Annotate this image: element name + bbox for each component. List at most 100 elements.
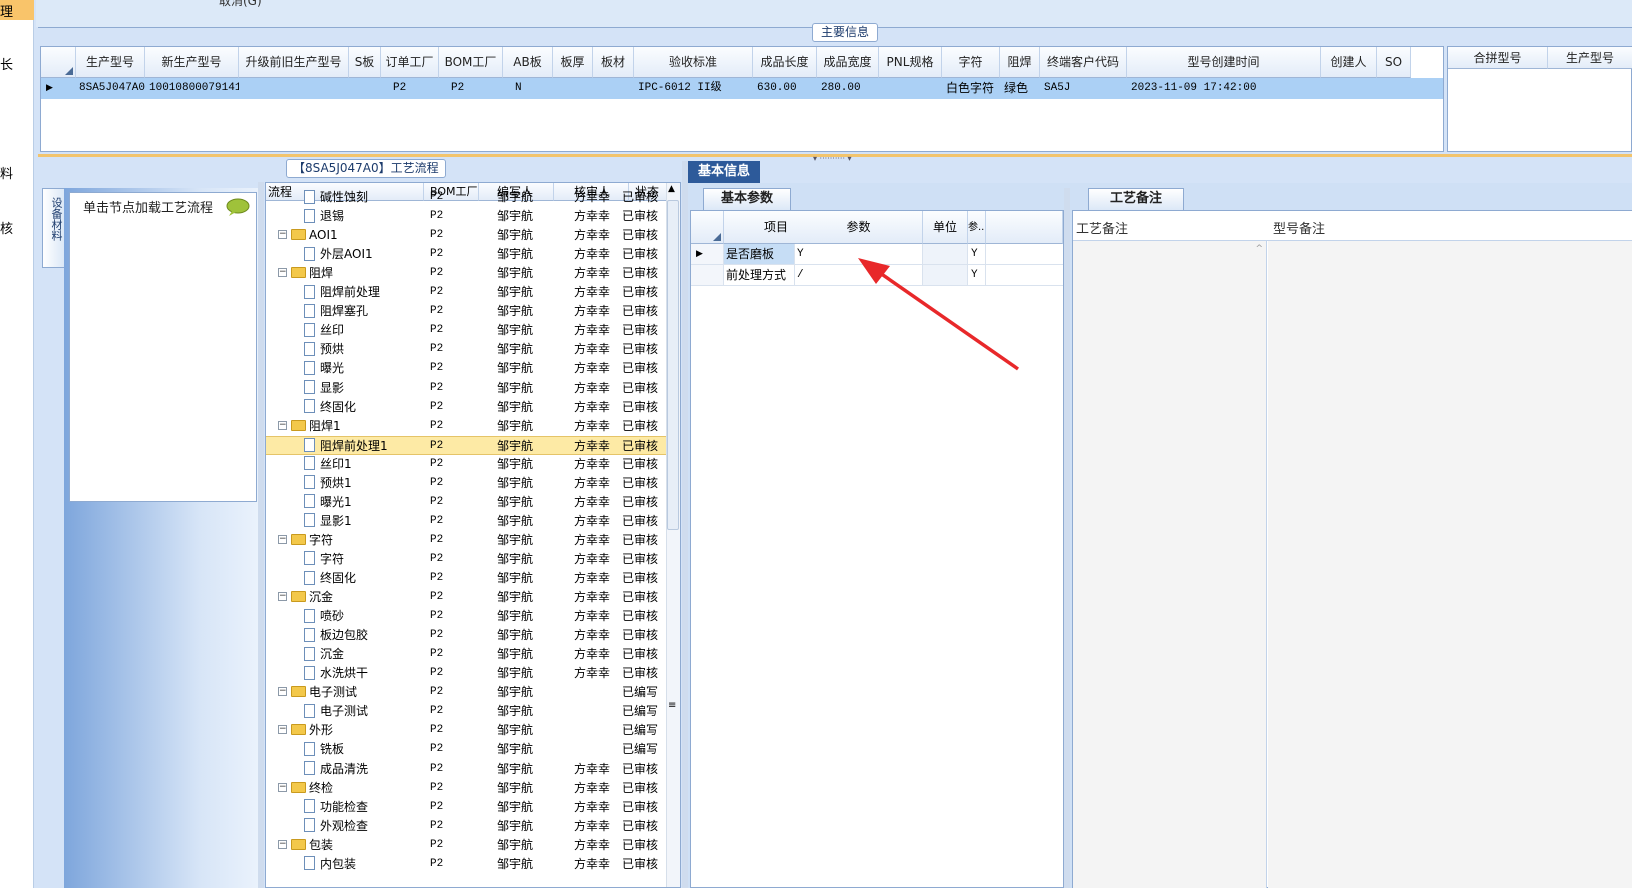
column-header-param[interactable]: 参数 [795,211,923,244]
horizontal-splitter[interactable]: ▾ ·········· ▾ [38,154,1632,163]
collapse-icon[interactable]: − [278,534,287,544]
tree-step-label[interactable]: 功能检查 [304,798,424,817]
tree-scrollbar-thumb[interactable] [667,200,679,530]
tree-node[interactable]: − AOI1 P2 邹宇航 方幸幸 已审核 [266,226,668,245]
tree-node[interactable]: − 字符 P2 邹宇航 方幸幸 已审核 [266,531,668,550]
table-cell[interactable] [879,78,942,99]
column-header[interactable]: 验收标准 [634,47,753,78]
column-header[interactable]: SO [1377,47,1411,78]
collapse-icon[interactable]: − [278,725,287,735]
tree-node[interactable]: 字符 P2 邹宇航 方幸幸 已审核 [266,550,668,569]
column-header[interactable]: 阻焊 [1000,47,1040,78]
column-header-extra[interactable]: 参... [968,211,986,244]
tree-step-label[interactable]: 字符 [304,550,424,569]
tab-basic-info[interactable]: 基本信息 [688,161,760,183]
tab-equipment-materials[interactable]: 设备材料 [42,188,64,268]
column-header[interactable]: 升级前旧生产型号 [239,47,349,78]
table-cell[interactable]: P2 [381,78,439,99]
collapse-icon[interactable]: − [278,782,287,792]
tree-node[interactable]: 外层AOI1 P2 邹宇航 方幸幸 已审核 [266,245,668,264]
table-cell[interactable] [1377,78,1411,99]
tree-step-label[interactable]: 丝印1 [304,455,424,474]
tree-folder-label[interactable]: − AOI1 [278,226,424,245]
table-cell[interactable]: 8SA5J047A0 [76,78,145,99]
tree-step-label[interactable]: 电子测试 [304,702,424,721]
tree-folder-label[interactable]: − 阻焊1 [278,417,424,436]
column-header[interactable]: 板厚 [553,47,593,78]
column-header[interactable]: S板 [349,47,381,78]
column-header[interactable]: BOM工厂 [439,47,503,78]
tree-step-label[interactable]: 预烘1 [304,474,424,493]
process-flow-tree[interactable]: 流程 BOM工厂 编写人 核审人 状态 碱性蚀刻 P2 邹宇航 方幸幸 已审核 退锡 P2 邹… [265,182,681,888]
process-remark-input[interactable]: ^ [1073,241,1267,888]
tree-node[interactable]: − 沉金 P2 邹宇航 方幸幸 已审核 [266,588,668,607]
main-info-grid[interactable]: 生产型号 新生产型号 升级前旧生产型号 S板 订单工厂 BOM工厂 AB板 板厚 板材 验收标准成… [40,46,1444,152]
tree-node[interactable]: 退锡 P2 邹宇航 方幸幸 已审核 [266,207,668,226]
column-header[interactable]: 新生产型号 [145,47,239,78]
tree-node[interactable]: 电子测试 P2 邹宇航 已编写 [266,702,668,721]
collapse-icon[interactable]: − [278,687,287,697]
tree-node[interactable]: 曝光 P2 邹宇航 方幸幸 已审核 [266,359,668,378]
tree-node[interactable]: 终固化 P2 邹宇航 方幸幸 已审核 [266,569,668,588]
tree-node[interactable]: 外观检查 P2 邹宇航 方幸幸 已审核 [266,817,668,836]
table-cell[interactable] [1321,78,1377,99]
collapse-icon[interactable]: − [278,230,287,240]
tree-step-label[interactable]: 外观检查 [304,817,424,836]
column-header[interactable]: 字符 [942,47,1000,78]
tree-node[interactable]: − 电子测试 P2 邹宇航 已编写 [266,683,668,702]
param-value-cell[interactable]: Y [795,244,923,264]
scroll-up-icon[interactable]: ^ [1255,244,1263,254]
column-header[interactable]: 型号创建时间 [1127,47,1321,78]
scroll-up-icon[interactable]: ▲ [668,184,675,194]
tree-folder-label[interactable]: − 包装 [278,836,424,855]
tree-node[interactable]: 铣板 P2 邹宇航 已编写 [266,740,668,759]
table-cell[interactable] [239,78,349,99]
column-header[interactable]: AB板 [503,47,553,78]
tree-node[interactable]: 成品清洗 P2 邹宇航 方幸幸 已审核 [266,760,668,779]
param-unit-cell[interactable] [923,244,968,264]
column-header-unit[interactable]: 单位 [923,211,968,244]
tree-node[interactable]: 水洗烘干 P2 邹宇航 方幸幸 已审核 [266,664,668,683]
tree-node[interactable]: 丝印 P2 邹宇航 方幸幸 已审核 [266,321,668,340]
tree-step-label[interactable]: 板边包胶 [304,626,424,645]
tab-basic-params[interactable]: 基本参数 [703,188,791,210]
tree-node[interactable]: − 阻焊1 P2 邹宇航 方幸幸 已审核 [266,417,668,436]
tree-step-label[interactable]: 外层AOI1 [304,245,424,264]
tree-node[interactable]: 功能检查 P2 邹宇航 方幸幸 已审核 [266,798,668,817]
tree-node[interactable]: 内包装 P2 邹宇航 方幸幸 已审核 [266,855,668,874]
tree-folder-label[interactable]: − 字符 [278,531,424,550]
tree-step-label[interactable]: 显影1 [304,512,424,531]
table-cell[interactable]: P2 [439,78,503,99]
tree-node[interactable]: − 阻焊 P2 邹宇航 方幸幸 已审核 [266,264,668,283]
column-header[interactable]: 板材 [593,47,634,78]
table-cell[interactable]: SA5J [1040,78,1127,99]
tree-folder-label[interactable]: − 沉金 [278,588,424,607]
tree-step-label[interactable]: 阻焊前处理1 [304,437,424,456]
tree-node[interactable]: 碱性蚀刻 P2 邹宇航 方幸幸 已审核 [266,188,668,207]
left-nav-item[interactable]: 理 [0,1,13,20]
tree-folder-label[interactable]: − 外形 [278,721,424,740]
tree-node[interactable]: 预烘1 P2 邹宇航 方幸幸 已审核 [266,474,668,493]
table-cell[interactable]: N [503,78,553,99]
tree-step-label[interactable]: 终固化 [304,398,424,417]
tree-folder-label[interactable]: − 终检 [278,779,424,798]
tree-node[interactable]: 阻焊塞孔 P2 邹宇航 方幸幸 已审核 [266,302,668,321]
tree-step-label[interactable]: 预烘 [304,340,424,359]
param-extra-cell[interactable]: Y [968,265,986,285]
tree-step-label[interactable]: 内包装 [304,855,424,874]
column-header[interactable]: 成品宽度 [817,47,879,78]
tree-node[interactable]: 显影1 P2 邹宇航 方幸幸 已审核 [266,512,668,531]
model-remark-input[interactable] [1268,241,1632,888]
table-cell[interactable]: 绿色 [1000,78,1040,99]
tree-folder-label[interactable]: − 电子测试 [278,683,424,702]
tree-step-label[interactable]: 喷砂 [304,607,424,626]
collapse-icon[interactable]: − [278,592,287,602]
column-header[interactable]: 终端客户代码 [1040,47,1127,78]
column-header[interactable]: PNL规格 [879,47,942,78]
param-value-cell[interactable]: / [795,265,923,285]
table-cell[interactable]: 白色字符 [942,78,1000,99]
column-header[interactable]: 创建人 [1321,47,1377,78]
table-row[interactable]: ▶ 8SA5J047A0 10010800079141 P2 P2 N IPC-6012 … [41,78,1443,99]
left-nav-item[interactable]: 料 [0,163,13,182]
tree-step-label[interactable]: 铣板 [304,740,424,759]
